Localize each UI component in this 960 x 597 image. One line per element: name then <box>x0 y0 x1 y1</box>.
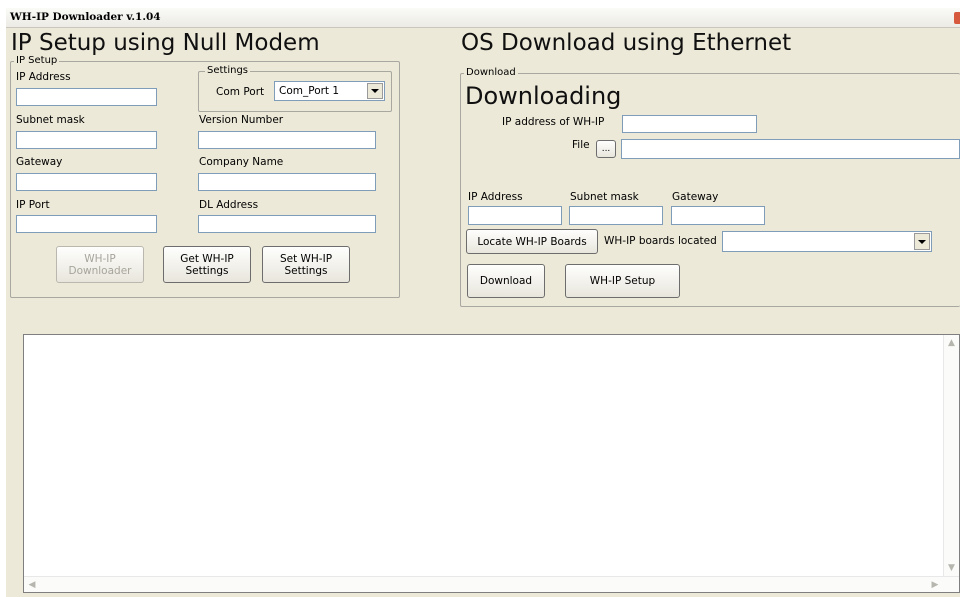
ip-setup-group-label: IP Setup <box>14 55 60 66</box>
gateway-label: Gateway <box>16 156 63 168</box>
vertical-scrollbar[interactable]: ▲ ▼ <box>943 335 959 576</box>
boards-located-select[interactable] <box>722 231 932 252</box>
wh-ip-downloader-button[interactable]: WH-IP Downloader <box>56 246 144 283</box>
com-port-select[interactable]: Com_Port 1 <box>274 81 385 101</box>
get-wh-ip-settings-button[interactable]: Get WH-IP Settings <box>163 246 251 283</box>
browse-file-button[interactable]: ... <box>596 140 616 158</box>
wh-ip-setup-button[interactable]: WH-IP Setup <box>565 264 680 298</box>
ip-port-label: IP Port <box>16 199 50 211</box>
download-subnet-mask-label: Subnet mask <box>570 191 639 203</box>
download-status: Downloading <box>465 82 622 110</box>
scroll-left-icon[interactable]: ◀ <box>26 579 38 591</box>
close-button[interactable] <box>954 12 960 24</box>
company-name-field[interactable] <box>198 173 376 191</box>
download-gateway-label: Gateway <box>672 191 719 203</box>
log-text-area[interactable]: ▲ ▼ ◀ ▶ <box>23 334 960 593</box>
scroll-down-icon[interactable]: ▼ <box>944 562 959 574</box>
scroll-right-icon[interactable]: ▶ <box>929 579 941 591</box>
com-port-value: Com_Port 1 <box>279 85 340 97</box>
ip-address-label: IP Address <box>16 71 71 83</box>
file-label: File <box>572 139 590 151</box>
ip-port-field[interactable] <box>16 215 157 233</box>
download-button[interactable]: Download <box>467 264 545 298</box>
ip-address-field[interactable] <box>16 88 157 106</box>
subnet-mask-field[interactable] <box>16 131 157 149</box>
client-area: IP Setup using Null Modem IP Setup IP Ad… <box>6 28 960 597</box>
chevron-down-icon[interactable] <box>914 233 930 250</box>
set-wh-ip-settings-button[interactable]: Set WH-IP Settings <box>262 246 350 283</box>
chevron-down-icon[interactable] <box>367 83 383 99</box>
ethernet-heading: OS Download using Ethernet <box>461 30 792 56</box>
wh-ip-address-label: IP address of WH-IP <box>502 116 605 128</box>
locate-wh-ip-boards-button[interactable]: Locate WH-IP Boards <box>466 229 598 254</box>
download-ip-address-field[interactable] <box>468 206 562 225</box>
null-modem-heading: IP Setup using Null Modem <box>11 30 320 56</box>
scroll-up-icon[interactable]: ▲ <box>944 337 959 349</box>
file-path-field[interactable] <box>621 139 960 159</box>
settings-group-label: Settings <box>205 65 251 76</box>
download-group-label: Download <box>464 67 518 78</box>
download-ip-address-label: IP Address <box>468 191 523 203</box>
version-number-field[interactable] <box>198 131 376 149</box>
dl-address-field[interactable] <box>198 215 376 233</box>
download-gateway-field[interactable] <box>671 206 765 225</box>
boards-located-label: WH-IP boards located <box>604 235 717 247</box>
title-bar: WH-IP Downloader v.1.04 <box>6 8 960 28</box>
horizontal-scrollbar[interactable]: ◀ ▶ <box>24 576 959 592</box>
window-title: WH-IP Downloader v.1.04 <box>10 11 161 23</box>
subnet-mask-label: Subnet mask <box>16 114 85 126</box>
dl-address-label: DL Address <box>199 199 259 211</box>
company-name-label: Company Name <box>199 156 284 168</box>
wh-ip-address-field[interactable] <box>622 115 757 133</box>
version-number-label: Version Number <box>199 114 284 126</box>
com-port-label: Com Port <box>216 86 265 98</box>
gateway-field[interactable] <box>16 173 157 191</box>
download-subnet-mask-field[interactable] <box>569 206 663 225</box>
